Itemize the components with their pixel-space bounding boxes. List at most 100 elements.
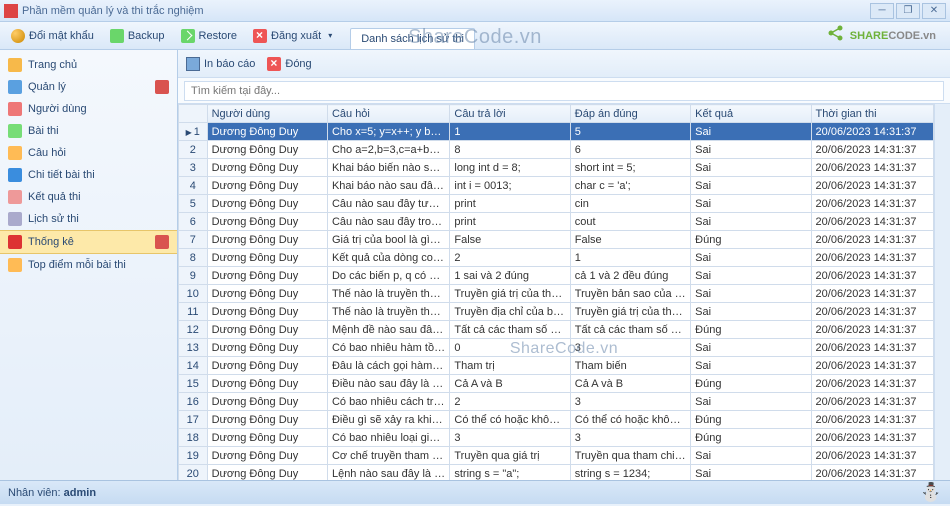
window-maximize-button[interactable]: ❐ xyxy=(896,3,920,19)
backup-button[interactable]: Backup xyxy=(103,26,172,46)
table-row[interactable]: 8Dương Đông DuyKết quả của dòng code dướ… xyxy=(179,249,934,267)
grid-cell[interactable]: 20/06/2023 14:31:37 xyxy=(811,285,933,303)
grid-cell[interactable]: Dương Đông Duy xyxy=(207,249,327,267)
grid-cell[interactable]: cin xyxy=(570,195,690,213)
row-number-cell[interactable]: 20 xyxy=(179,465,208,481)
grid-cell[interactable]: Tham trị xyxy=(450,357,570,375)
grid-cell[interactable]: 20/06/2023 14:31:37 xyxy=(811,357,933,375)
grid-cell[interactable]: Dương Đông Duy xyxy=(207,267,327,285)
window-minimize-button[interactable]: ─ xyxy=(870,3,894,19)
change-password-button[interactable]: Đổi mật khẩu xyxy=(4,26,101,46)
row-number-cell[interactable]: 15 xyxy=(179,375,208,393)
row-number-cell[interactable]: 10 xyxy=(179,285,208,303)
row-number-cell[interactable]: 16 xyxy=(179,393,208,411)
grid-cell[interactable]: 6 xyxy=(570,141,690,159)
grid-cell[interactable]: cout xyxy=(570,213,690,231)
grid-cell[interactable]: Truyền giá trị của tham số vào... xyxy=(450,285,570,303)
grid-cell[interactable]: Sai xyxy=(691,213,811,231)
grid-cell[interactable]: Dương Đông Duy xyxy=(207,303,327,321)
grid-cell[interactable]: Có thể có hoặc không trả lại b... xyxy=(570,411,690,429)
table-row[interactable]: 2Dương Đông DuyCho a=2,b=3,c=a+b++;Hỏi c… xyxy=(179,141,934,159)
sidebar-item-results[interactable]: Kết quả thi xyxy=(0,186,177,208)
grid-cell[interactable]: Sai xyxy=(691,123,811,141)
row-number-cell[interactable]: 18 xyxy=(179,429,208,447)
grid-cell[interactable]: Lệnh nào sau đây là SAI? xyxy=(327,465,449,481)
grid-cell[interactable]: Cả A và B xyxy=(570,375,690,393)
grid-cell[interactable]: Thế nào là truyền tham trị? Ch... xyxy=(327,285,449,303)
grid-cell[interactable]: Câu nào sau đây tương đương... xyxy=(327,195,449,213)
grid-cell[interactable]: 20/06/2023 14:31:37 xyxy=(811,249,933,267)
grid-cell[interactable]: Sai xyxy=(691,195,811,213)
grid-cell[interactable]: Dương Đông Duy xyxy=(207,393,327,411)
grid-cell[interactable]: int i = 0013; xyxy=(450,177,570,195)
grid-cell[interactable]: Dương Đông Duy xyxy=(207,465,327,481)
row-number-cell[interactable]: 19 xyxy=(179,447,208,465)
row-number-cell[interactable]: 1 xyxy=(179,123,208,141)
grid-cell[interactable]: 20/06/2023 14:31:37 xyxy=(811,465,933,481)
table-row[interactable]: 20Dương Đông DuyLệnh nào sau đây là SAI?… xyxy=(179,465,934,481)
table-row[interactable]: 18Dương Đông DuyCó bao nhiêu loại giá tr… xyxy=(179,429,934,447)
grid-cell[interactable]: 20/06/2023 14:31:37 xyxy=(811,177,933,195)
grid-cell[interactable]: Đúng xyxy=(691,429,811,447)
grid-cell[interactable]: Tất cả các tham số của một h... xyxy=(450,321,570,339)
table-row[interactable]: 4Dương Đông DuyKhai báo nào sau đây là S… xyxy=(179,177,934,195)
grid-cell[interactable]: string s = "a"; xyxy=(450,465,570,481)
table-row[interactable]: 11Dương Đông DuyThế nào là truyền tham b… xyxy=(179,303,934,321)
table-row[interactable]: 14Dương Đông DuyĐâu là cách gọi hàm hiệu… xyxy=(179,357,934,375)
grid-cell[interactable]: Tất cả các tham số của một h... xyxy=(570,321,690,339)
grid-cell[interactable]: Sai xyxy=(691,267,811,285)
table-row[interactable]: 7Dương Đông DuyGiá trị của bool là gì? b… xyxy=(179,231,934,249)
grid-cell[interactable]: 20/06/2023 14:31:37 xyxy=(811,267,933,285)
table-row[interactable]: 13Dương Đông DuyCó bao nhiêu hàm tồi thi… xyxy=(179,339,934,357)
grid-cell[interactable]: 20/06/2023 14:31:37 xyxy=(811,159,933,177)
grid-cell[interactable]: Dương Đông Duy xyxy=(207,321,327,339)
grid-cell[interactable]: Dương Đông Duy xyxy=(207,285,327,303)
grid-cell[interactable]: 20/06/2023 14:31:37 xyxy=(811,339,933,357)
row-number-cell[interactable]: 12 xyxy=(179,321,208,339)
grid-cell[interactable]: Khai báo biến nào sau đây là... xyxy=(327,159,449,177)
grid-cell[interactable]: Thế nào là truyền tham biến?... xyxy=(327,303,449,321)
table-row[interactable]: 10Dương Đông DuyThế nào là truyền tham t… xyxy=(179,285,934,303)
grid-cell[interactable]: Đúng xyxy=(691,375,811,393)
row-number-cell[interactable]: 9 xyxy=(179,267,208,285)
grid-cell[interactable]: Dương Đông Duy xyxy=(207,429,327,447)
grid-cell[interactable]: Mệnh đề nào sau đây đúng? xyxy=(327,321,449,339)
data-grid[interactable]: Người dùng Câu hỏi Câu trả lời Đáp án đú… xyxy=(178,104,934,480)
grid-cell[interactable]: Kết quả của dòng code dưới đ... xyxy=(327,249,449,267)
grid-cell[interactable]: Truyền địa chỉ của biến vào h... xyxy=(450,303,570,321)
grid-cell[interactable]: 8 xyxy=(450,141,570,159)
grid-cell[interactable]: Dương Đông Duy xyxy=(207,339,327,357)
grid-header-correct[interactable]: Đáp án đúng xyxy=(570,105,690,123)
sidebar-item-questions[interactable]: Câu hỏi xyxy=(0,142,177,164)
grid-cell[interactable]: 5 xyxy=(570,123,690,141)
grid-cell[interactable]: Truyền giá trị của tham số vào... xyxy=(570,303,690,321)
grid-cell[interactable]: Dương Đông Duy xyxy=(207,159,327,177)
grid-cell[interactable]: short int = 5; xyxy=(570,159,690,177)
table-row[interactable]: 5Dương Đông DuyCâu nào sau đây tương đươ… xyxy=(179,195,934,213)
row-number-cell[interactable]: 17 xyxy=(179,411,208,429)
row-number-cell[interactable]: 8 xyxy=(179,249,208,267)
grid-cell[interactable]: Đúng xyxy=(691,321,811,339)
grid-cell[interactable]: Điều nào sau đây là quan trọn... xyxy=(327,375,449,393)
grid-cell[interactable]: Dương Đông Duy xyxy=(207,141,327,159)
grid-cell[interactable]: print xyxy=(450,195,570,213)
grid-cell[interactable]: Đúng xyxy=(691,411,811,429)
grid-cell[interactable]: 20/06/2023 14:31:37 xyxy=(811,393,933,411)
grid-cell[interactable]: cả 1 và 2 đều đúng xyxy=(570,267,690,285)
sidebar-item-users[interactable]: Người dùng xyxy=(0,98,177,120)
grid-cell[interactable]: 20/06/2023 14:31:37 xyxy=(811,303,933,321)
sidebar-item-manage[interactable]: Quản lý xyxy=(0,76,177,98)
grid-header-result[interactable]: Kết quả xyxy=(691,105,811,123)
grid-cell[interactable]: Dương Đông Duy xyxy=(207,213,327,231)
sidebar-item-exam-detail[interactable]: Chi tiết bài thi xyxy=(0,164,177,186)
grid-cell[interactable]: 20/06/2023 14:31:37 xyxy=(811,447,933,465)
grid-cell[interactable]: 2 xyxy=(450,393,570,411)
grid-cell[interactable]: 3 xyxy=(570,393,690,411)
sidebar-item-home[interactable]: Trang chủ xyxy=(0,54,177,76)
grid-cell[interactable]: 1 sai và 2 đúng xyxy=(450,267,570,285)
grid-cell[interactable]: False xyxy=(570,231,690,249)
grid-cell[interactable]: Khai báo nào sau đây là SAI? xyxy=(327,177,449,195)
table-row[interactable]: 15Dương Đông DuyĐiều nào sau đây là quan… xyxy=(179,375,934,393)
grid-cell[interactable]: 20/06/2023 14:31:37 xyxy=(811,429,933,447)
row-number-cell[interactable]: 7 xyxy=(179,231,208,249)
